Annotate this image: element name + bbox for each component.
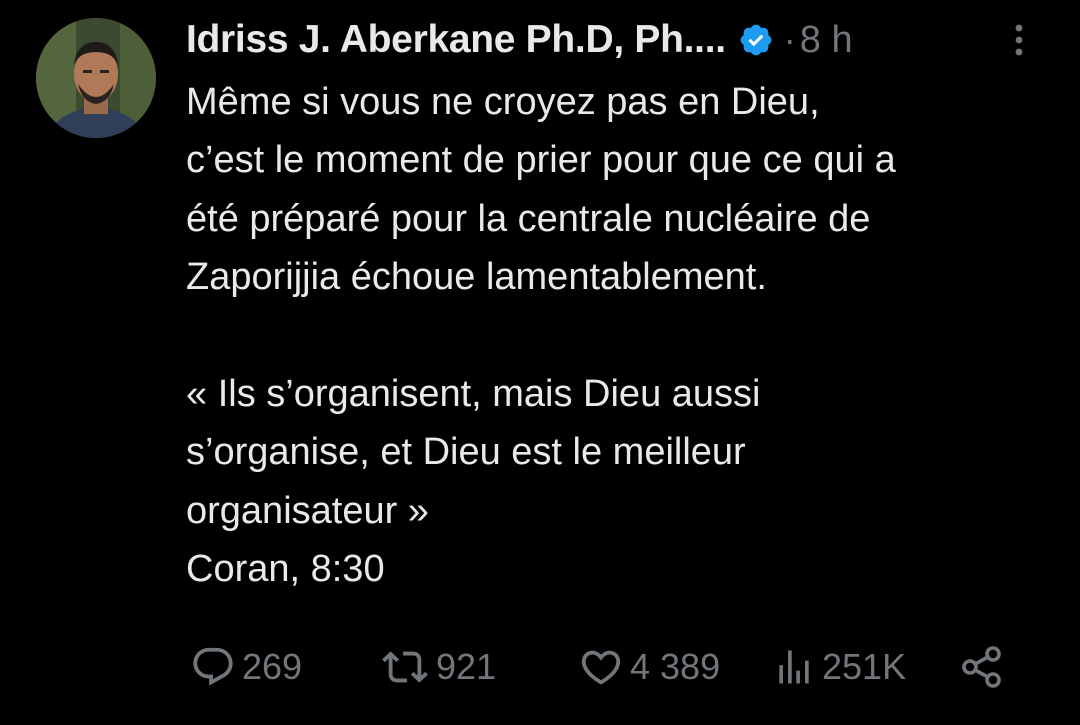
tweet-text-line: s’organise, et Dieu est le meilleur [186,431,746,474]
heart-icon [581,650,621,685]
tweet-text-line: Coran, 8:30 [186,548,385,591]
like-button[interactable]: 4 389 [578,640,720,694]
share-button[interactable] [958,640,1006,694]
tweet-header: Idriss J. Aberkane Ph.D, Ph.... · 8 h [186,14,853,66]
avatar[interactable] [36,18,156,138]
more-vertical-icon [1015,24,1023,56]
avatar-photo [36,18,156,138]
author-display-name[interactable]: Idriss J. Aberkane Ph.D, Ph.... [186,18,726,62]
header-separator: · [783,19,796,60]
tweet-timestamp[interactable]: 8 h [800,19,853,62]
views-chart-icon [779,650,809,684]
share-icon [962,646,1001,688]
tweet-text-line: été préparé pour la centrale nucléaire d… [186,197,871,240]
reply-count: 269 [242,646,303,687]
tweet-text-line: c’est le moment de prier pour que ce qui… [186,139,896,182]
retweet-count: 921 [436,646,497,687]
tweet-text-line: Même si vous ne croyez pas en Dieu, [186,81,820,123]
reply-icon [193,647,233,686]
tweet-text-line: Zaporijjia échoue lamentablement. [186,256,767,299]
views-button[interactable]: 251K [772,640,906,694]
tweet[interactable]: Idriss J. Aberkane Ph.D, Ph.... · 8 h Mê… [0,0,1080,725]
like-count: 4 389 [630,646,721,687]
retweet-icon [382,651,428,683]
tweet-text-line: organisateur » [186,489,429,532]
tweet-text: Même si vous ne croyez pas en Dieu, c’es… [186,73,1066,599]
views-count: 251K [822,646,907,687]
tweet-text-line: « Ils s’organisent, mais Dieu aussi [186,373,761,416]
more-options-button[interactable] [1004,20,1034,60]
verified-badge-icon [738,22,774,58]
retweet-button[interactable]: 921 [380,640,496,694]
tweet-actions-bar: 269 921 4 389 251K [186,640,1026,694]
reply-button[interactable]: 269 [190,640,302,694]
